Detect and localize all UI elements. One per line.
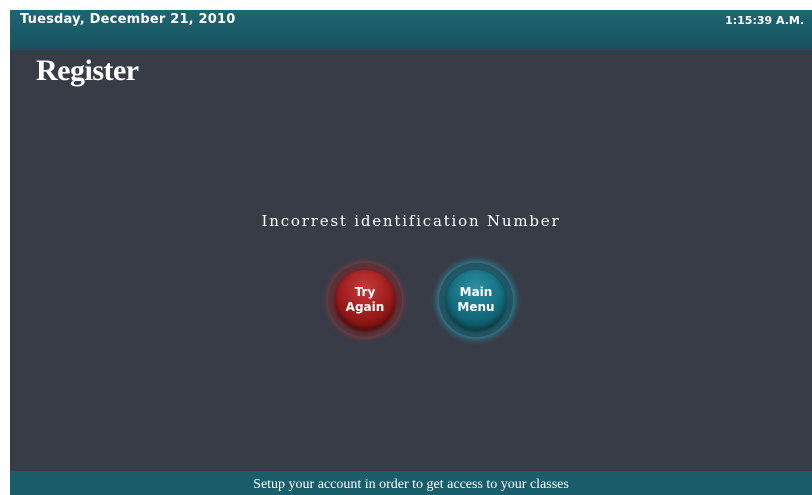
try-again-button-face[interactable]: Try Again [335,270,395,330]
try-again-label-line1: Try [354,285,376,299]
footer-text: Setup your account in order to get acces… [253,477,569,492]
header-time: 1:15:39 A.M. [725,14,804,27]
main-menu-label-line1: Main [459,285,493,299]
footer-bar: Setup your account in order to get acces… [10,471,812,495]
main-menu-button-face[interactable]: Main Menu [446,270,506,330]
kiosk-screen: Tuesday, December 21, 2010 1:15:39 A.M. … [10,10,812,495]
main-menu-button[interactable]: Main Menu [439,263,513,337]
try-again-button[interactable]: Try Again [328,263,402,337]
error-message: Incorrest identification Number [261,212,561,230]
try-again-label-line2: Again [345,300,385,314]
header-bar: Tuesday, December 21, 2010 1:15:39 A.M. [10,10,812,50]
header-date: Tuesday, December 21, 2010 [20,12,236,27]
main-menu-label-line2: Menu [457,300,495,314]
page-title: Register [36,54,139,87]
